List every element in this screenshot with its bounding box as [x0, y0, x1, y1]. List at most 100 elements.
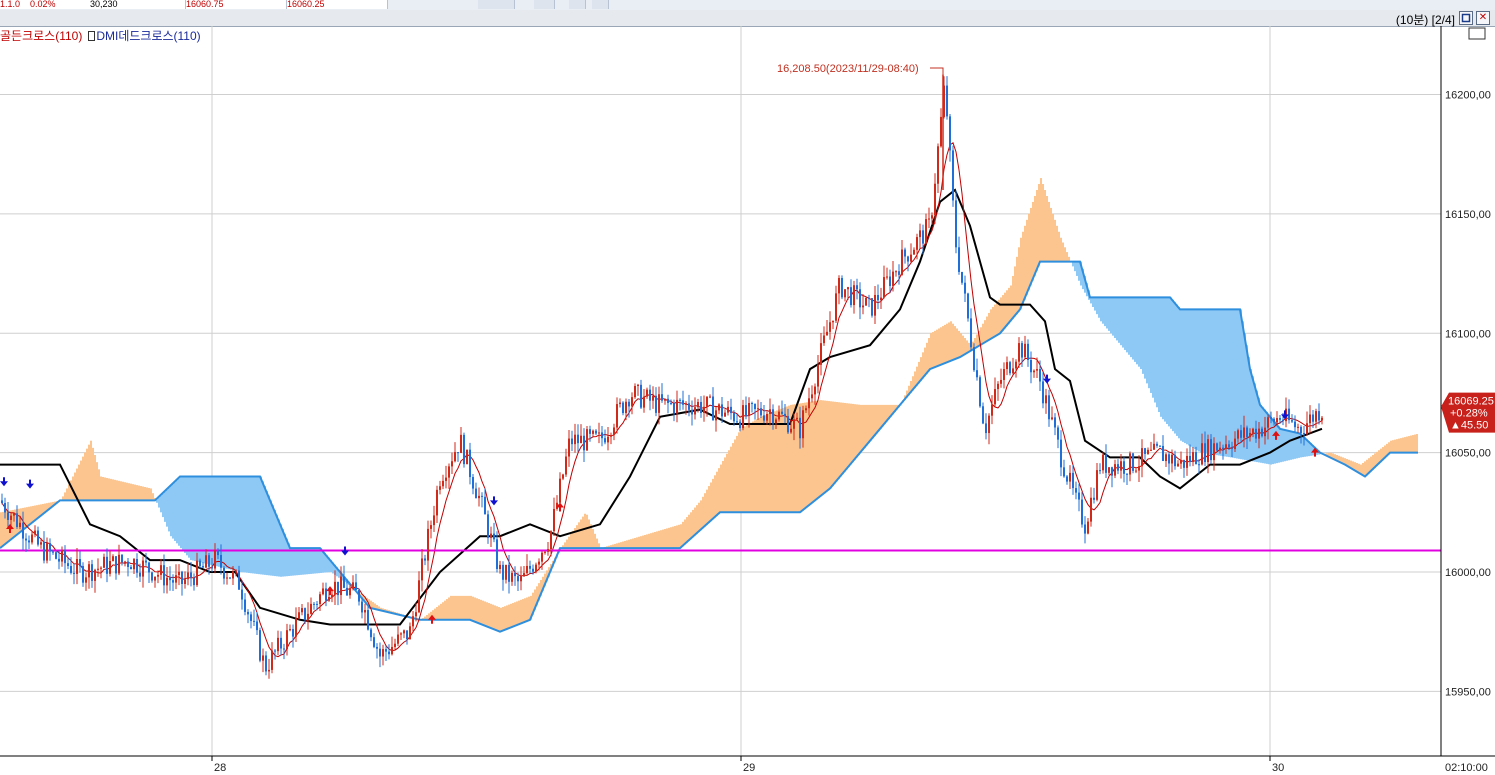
candle-body	[1057, 427, 1059, 440]
cloud-segment	[1406, 436, 1408, 453]
cloud-segment	[1042, 184, 1044, 262]
toolbar-button[interactable]	[569, 0, 586, 9]
cloud-segment	[474, 597, 476, 622]
candle-body	[499, 564, 501, 570]
cloud-segment	[876, 404, 878, 434]
candle-body	[169, 577, 171, 581]
cloud-segment	[492, 604, 494, 629]
cloud-segment	[962, 335, 964, 356]
candle-body	[235, 570, 237, 572]
candle-body	[790, 428, 792, 433]
cloud-segment	[764, 415, 766, 513]
cloud-segment	[116, 480, 118, 501]
cloud-segment	[1022, 231, 1024, 305]
candle-body	[409, 626, 411, 640]
candle-body	[1165, 454, 1167, 462]
candle-body	[1315, 411, 1317, 422]
cloud-segment	[570, 533, 572, 549]
candle-body	[115, 556, 117, 574]
candle-body	[1288, 408, 1290, 421]
candle-body	[448, 466, 450, 478]
cloud-segment	[190, 476, 192, 561]
candle-body	[679, 399, 681, 401]
cloud-segment	[698, 502, 700, 533]
cloud-segment	[1174, 302, 1176, 434]
dead-cross-arrow-icon	[26, 479, 34, 489]
candle-body	[142, 560, 144, 577]
candle-body	[385, 649, 387, 652]
cloud-segment	[866, 404, 868, 446]
cloud-segment	[162, 493, 164, 518]
candle-body	[619, 402, 621, 405]
cloud-segment	[1166, 297, 1168, 424]
candle-body	[67, 563, 69, 567]
candle-body	[445, 477, 447, 481]
toolbar-dropdown[interactable]	[478, 0, 515, 9]
candle-body	[241, 589, 243, 600]
candle-body	[394, 643, 396, 647]
price-chart[interactable]: 16200,00 16150,00 16100,00 16050,00 16000,00…	[0, 26, 1495, 775]
candle-body	[1108, 467, 1110, 473]
candle-body	[1096, 470, 1098, 500]
close-window-icon[interactable]: ✕	[1476, 11, 1490, 25]
cloud-segment	[436, 607, 438, 620]
candle-body	[358, 589, 360, 602]
cloud-segment	[176, 480, 178, 544]
cloud-segment	[1136, 297, 1138, 365]
cloud-segment	[958, 330, 960, 358]
candle-body	[571, 438, 573, 445]
candle-body	[244, 599, 246, 612]
cloud-segment	[94, 455, 96, 501]
cloud-segment	[586, 514, 588, 549]
cloud-segment	[642, 535, 644, 549]
candle-body	[1030, 360, 1032, 373]
cloud-segment	[566, 539, 568, 549]
cloud-segment	[448, 597, 450, 620]
candle-body	[304, 608, 306, 620]
cloud-segment	[210, 476, 212, 565]
candle-body	[382, 649, 384, 657]
candle-body	[520, 576, 522, 582]
restore-window-icon[interactable]	[1459, 11, 1473, 25]
candle-body	[1159, 445, 1161, 447]
cloud-segment	[1190, 309, 1192, 447]
cloud-segment	[862, 404, 864, 451]
cloud-segment	[478, 599, 480, 623]
cloud-segment	[644, 534, 646, 549]
candle-body	[688, 403, 690, 410]
cloud-segment	[502, 607, 504, 631]
candle-body	[427, 528, 429, 561]
candle-body	[214, 550, 216, 569]
cloud-segment	[1108, 297, 1110, 331]
cloud-segment	[656, 531, 658, 549]
toolbar-button[interactable]	[534, 0, 555, 9]
candle-body	[880, 297, 882, 301]
toolbar-button[interactable]	[592, 0, 609, 9]
cloud-segment	[180, 476, 182, 549]
cloud-segment	[1400, 438, 1402, 453]
candle-body	[475, 488, 477, 499]
cloud-segment	[506, 605, 508, 630]
cloud-segment	[140, 486, 142, 501]
candle-body	[328, 596, 330, 601]
candle-body	[367, 610, 369, 630]
cloud-segment	[302, 548, 304, 575]
cloud-segment	[1066, 252, 1068, 262]
cloud-segment	[624, 540, 626, 549]
candle-body	[1117, 464, 1119, 471]
candle-body	[502, 564, 504, 580]
cloud-segment	[188, 476, 190, 558]
cloud-segment	[526, 597, 528, 622]
candle-body	[871, 298, 873, 316]
cloud-segment	[1056, 225, 1058, 262]
cloud-segment	[1360, 464, 1362, 474]
cloud-segment	[650, 533, 652, 549]
cloud-segment	[732, 443, 734, 513]
cloud-segment	[594, 533, 596, 549]
cloud-segment	[630, 539, 632, 549]
cloud-segment	[270, 500, 272, 576]
candle-body	[979, 377, 981, 407]
cloud-segment	[920, 357, 922, 381]
toolbar-cell: 16060.25	[287, 0, 388, 9]
cloud-segment	[110, 478, 112, 501]
